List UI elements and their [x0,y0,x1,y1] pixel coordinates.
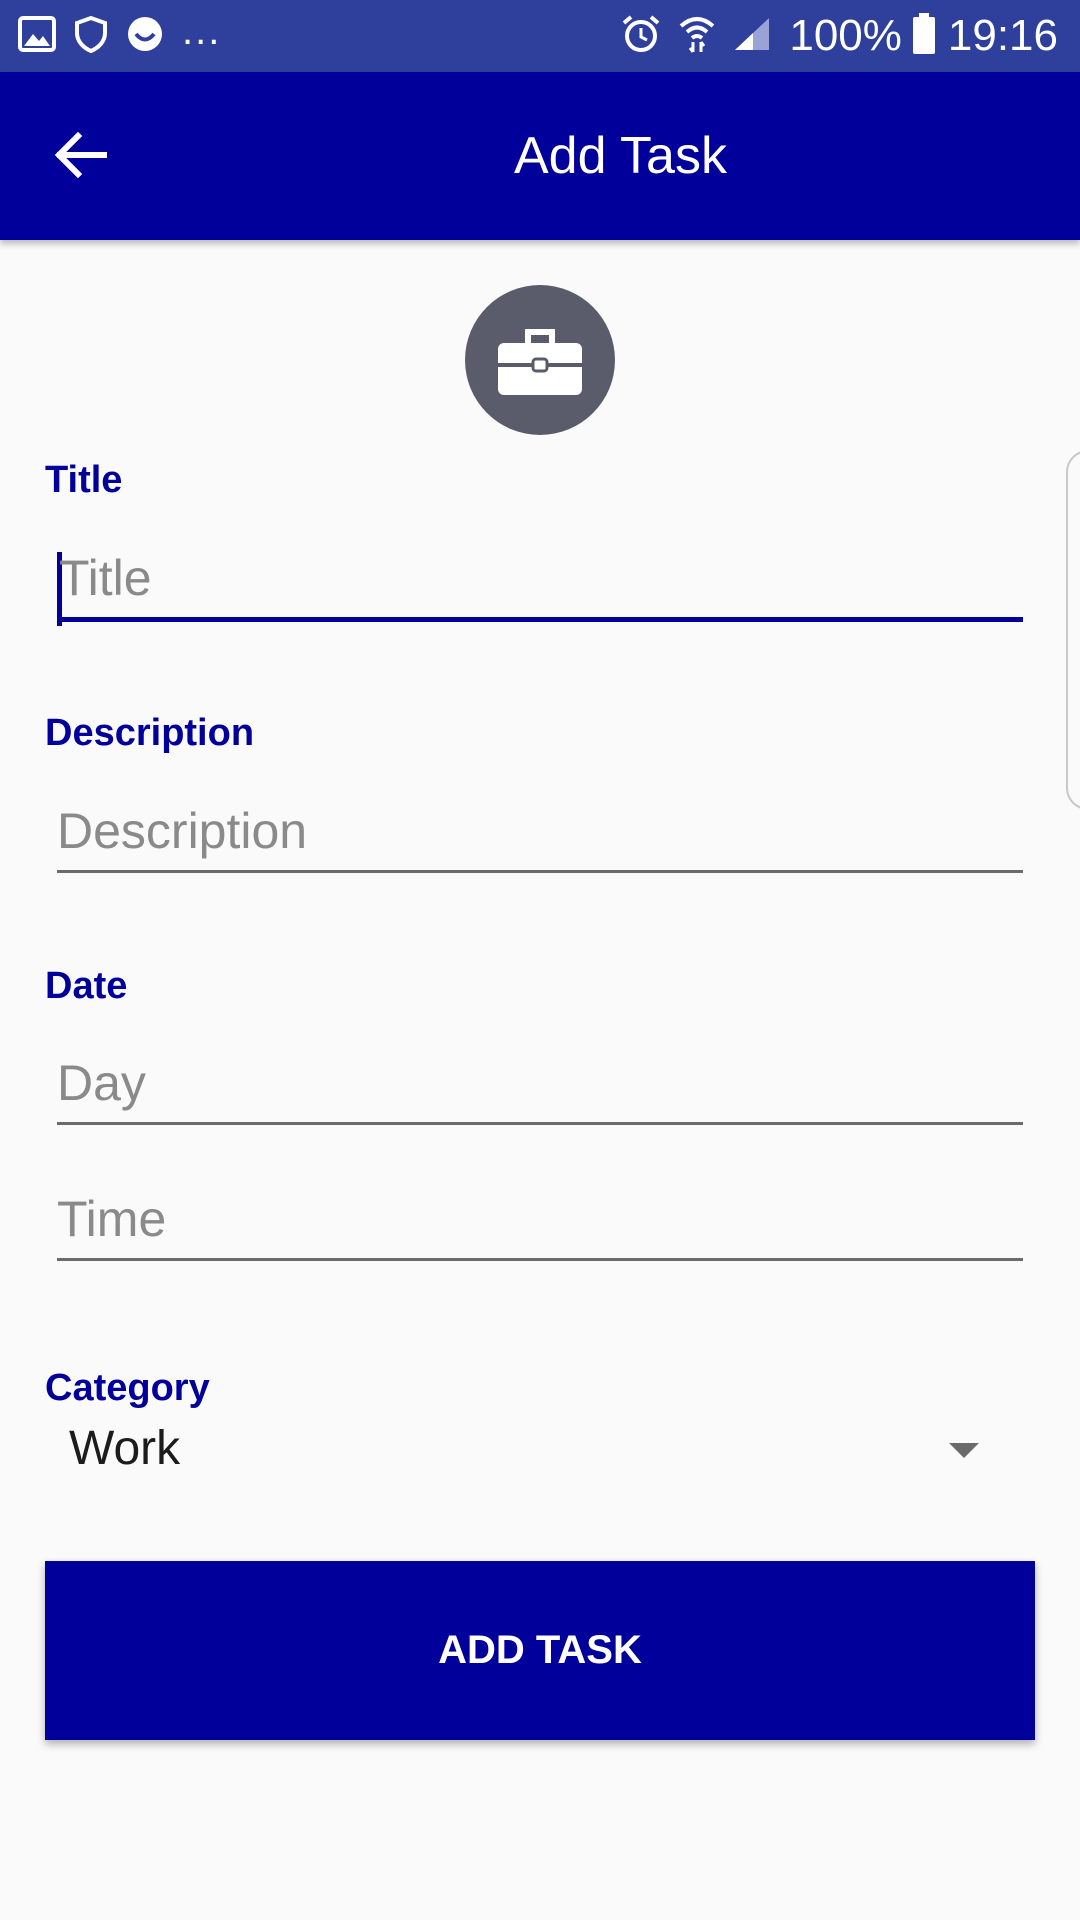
edge-panel-handle[interactable] [1066,450,1080,810]
app-bar: Add Task [0,72,1080,240]
day-input[interactable] [57,1045,1023,1121]
category-dropdown[interactable]: Work [57,1415,1003,1485]
category-label: Category [45,1367,210,1409]
dropdown-arrow-icon [949,1443,979,1458]
status-bar-right: 100% 19:16 [621,10,1058,62]
title-label: Title [45,459,123,501]
date-label: Date [45,965,128,1007]
title-input[interactable] [57,540,1025,616]
description-input[interactable] [57,793,1023,869]
status-more: ... [182,9,222,53]
status-bar: ... 100% 19:16 [0,0,1080,72]
description-field[interactable] [57,793,1023,873]
time-input[interactable] [57,1181,1023,1257]
page-title: Add Task [514,127,727,185]
battery-icon [912,12,936,60]
status-bar-left: ... [18,9,221,58]
briefcase-icon [498,329,582,395]
time-field[interactable] [57,1181,1023,1261]
day-field[interactable] [57,1045,1023,1125]
battery-percent: 100% [789,11,902,60]
alarm-icon [621,14,661,59]
shield-icon [74,15,108,58]
category-selected: Work [69,1422,181,1475]
add-task-button[interactable]: ADD TASK [45,1561,1035,1740]
wifi-icon [679,14,715,59]
description-label: Description [45,712,255,754]
category-avatar[interactable] [465,285,615,435]
smiley-icon [126,15,164,58]
signal-icon [733,16,771,57]
title-field[interactable] [57,540,1025,626]
image-icon [18,15,56,57]
clock: 19:16 [947,11,1058,60]
